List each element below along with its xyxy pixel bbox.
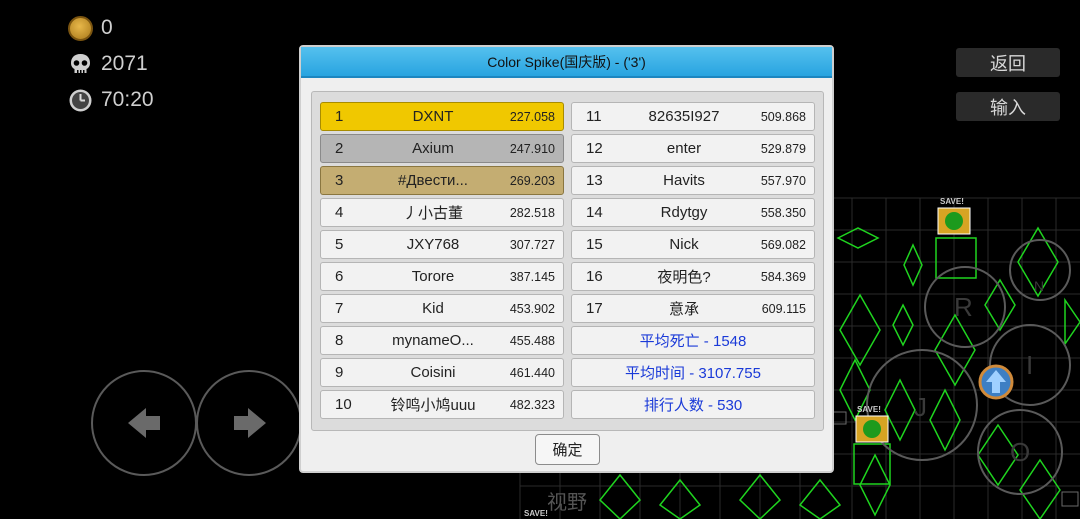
leaderboard-row: 9 Coisini 461.440	[320, 358, 564, 387]
leaderboard-row: 3 #Двести... 269.203	[320, 166, 564, 195]
control-label-n: N	[1034, 278, 1045, 294]
control-label-o: O	[1010, 437, 1031, 467]
rank-number: 13	[586, 172, 603, 189]
leaderboard-row: 10 铃鸣小鸠uuu 482.323	[320, 390, 564, 419]
right-arrow-icon	[234, 408, 266, 438]
leaderboard-row: 5 JXY768 307.727	[320, 230, 564, 259]
coin-icon	[68, 15, 93, 41]
leaderboard-row: 15 Nick 569.082	[571, 230, 815, 259]
left-arrow-icon	[128, 408, 160, 438]
player-name: 意承	[668, 301, 699, 318]
average-deaths-stat: 平均死亡 - 1548	[571, 326, 815, 355]
leaderboard-row: 2 Axium 247.910	[320, 134, 564, 163]
time-counter: 70:20	[68, 82, 154, 118]
rank-number: 6	[335, 268, 344, 285]
input-button[interactable]: 输入	[956, 92, 1060, 121]
player-name: Kid	[422, 300, 444, 317]
average-time-stat: 平均时间 - 3107.755	[571, 358, 815, 387]
clear-time: 282.518	[509, 205, 555, 220]
rank-number: 10	[335, 396, 352, 413]
player-name: Rdytgy	[660, 204, 708, 221]
clear-time: 247.910	[509, 141, 555, 156]
coin-count: 0	[101, 16, 113, 39]
back-button[interactable]: 返回	[956, 48, 1060, 77]
save-label: SAVE!	[940, 197, 964, 206]
leaderboard-dialog: Color Spike(国庆版) - ('3') 1 DXNT 227.058 …	[299, 45, 834, 473]
control-label-r: R	[954, 292, 973, 322]
player-name: DXNT	[412, 108, 454, 125]
player-name: 丿小古董	[402, 205, 463, 222]
rank-number: 8	[335, 332, 344, 349]
player-name: #Двести...	[398, 172, 468, 189]
clear-time: 482.323	[509, 397, 555, 412]
player-name: JXY768	[406, 236, 460, 253]
view-label[interactable]: 视野	[547, 486, 587, 515]
player-name: enter	[666, 140, 702, 157]
rank-number: 4	[335, 204, 344, 221]
leaderboard-row: 7 Kid 453.902	[320, 294, 564, 323]
clear-time: 455.488	[509, 333, 555, 348]
leaderboard-row: 17 意承 609.115	[571, 294, 815, 323]
hud: 0 2071 70:20	[68, 10, 154, 118]
time-value: 70:20	[101, 88, 154, 111]
save-label: SAVE!	[524, 509, 548, 518]
leaderboard-row: 6 Torore 387.145	[320, 262, 564, 291]
clear-time: 509.868	[760, 109, 806, 124]
clear-time: 461.440	[509, 365, 555, 380]
leaderboard-row: 14 Rdytgy 558.350	[571, 198, 815, 227]
clear-time: 558.350	[760, 205, 806, 220]
leaderboard-row: 12 enter 529.879	[571, 134, 815, 163]
clear-time: 227.058	[509, 109, 555, 124]
control-label-i: I	[1026, 350, 1034, 380]
player-name: Torore	[411, 268, 455, 285]
clear-time: 387.145	[509, 269, 555, 284]
player-name: Havits	[663, 172, 705, 189]
coin-counter: 0	[68, 10, 154, 46]
player-name: mynameO...	[392, 332, 474, 349]
rank-number: 9	[335, 364, 344, 381]
leaderboard-row: 11 82635I927 509.868	[571, 102, 815, 131]
rank-number: 14	[586, 204, 603, 221]
leaderboard-row: 13 Havits 557.970	[571, 166, 815, 195]
clock-icon	[69, 89, 92, 111]
control-label-j: J	[914, 392, 927, 422]
save-label: SAVE!	[857, 405, 881, 414]
leaderboard-row: 16 夜明色? 584.369	[571, 262, 815, 291]
clear-time: 453.902	[509, 301, 555, 316]
clear-time: 584.369	[760, 269, 806, 284]
clear-time: 557.970	[760, 173, 806, 188]
death-counter: 2071	[68, 46, 154, 82]
leaderboard-row: 1 DXNT 227.058	[320, 102, 564, 131]
dialog-title: Color Spike(国庆版) - ('3')	[301, 47, 832, 78]
clear-time: 569.082	[760, 237, 806, 252]
rank-number: 3	[335, 172, 344, 189]
player-count-stat: 排行人数 - 530	[571, 390, 815, 419]
rank-number: 5	[335, 236, 344, 253]
player-name: Nick	[669, 236, 699, 253]
player-name: Axium	[412, 140, 454, 157]
rank-number: 1	[335, 108, 344, 125]
clear-time: 609.115	[761, 301, 806, 316]
rank-number: 17	[586, 300, 603, 317]
rank-number: 15	[586, 236, 603, 253]
skull-icon	[71, 53, 90, 73]
player-name: 夜明色?	[657, 269, 711, 286]
leaderboard-row: 8 mynameO... 455.488	[320, 326, 564, 355]
clear-time: 307.727	[509, 237, 555, 252]
rank-number: 7	[335, 300, 344, 317]
rank-number: 12	[586, 140, 603, 157]
player-name: 铃鸣小鸠uuu	[390, 397, 476, 414]
rank-number: 11	[586, 108, 602, 125]
rank-number: 16	[586, 268, 603, 285]
ok-button[interactable]: 确定	[535, 434, 600, 465]
leaderboard-panel: 1 DXNT 227.058 2 Axium 247.910 3 #Двести…	[311, 91, 824, 431]
death-count: 2071	[101, 52, 148, 75]
rank-number: 2	[335, 140, 344, 157]
leaderboard-row: 4 丿小古董 282.518	[320, 198, 564, 227]
player-name: Coisini	[410, 364, 456, 381]
clear-time: 269.203	[509, 173, 555, 188]
player-name: 82635I927	[648, 108, 720, 125]
clear-time: 529.879	[760, 141, 806, 156]
